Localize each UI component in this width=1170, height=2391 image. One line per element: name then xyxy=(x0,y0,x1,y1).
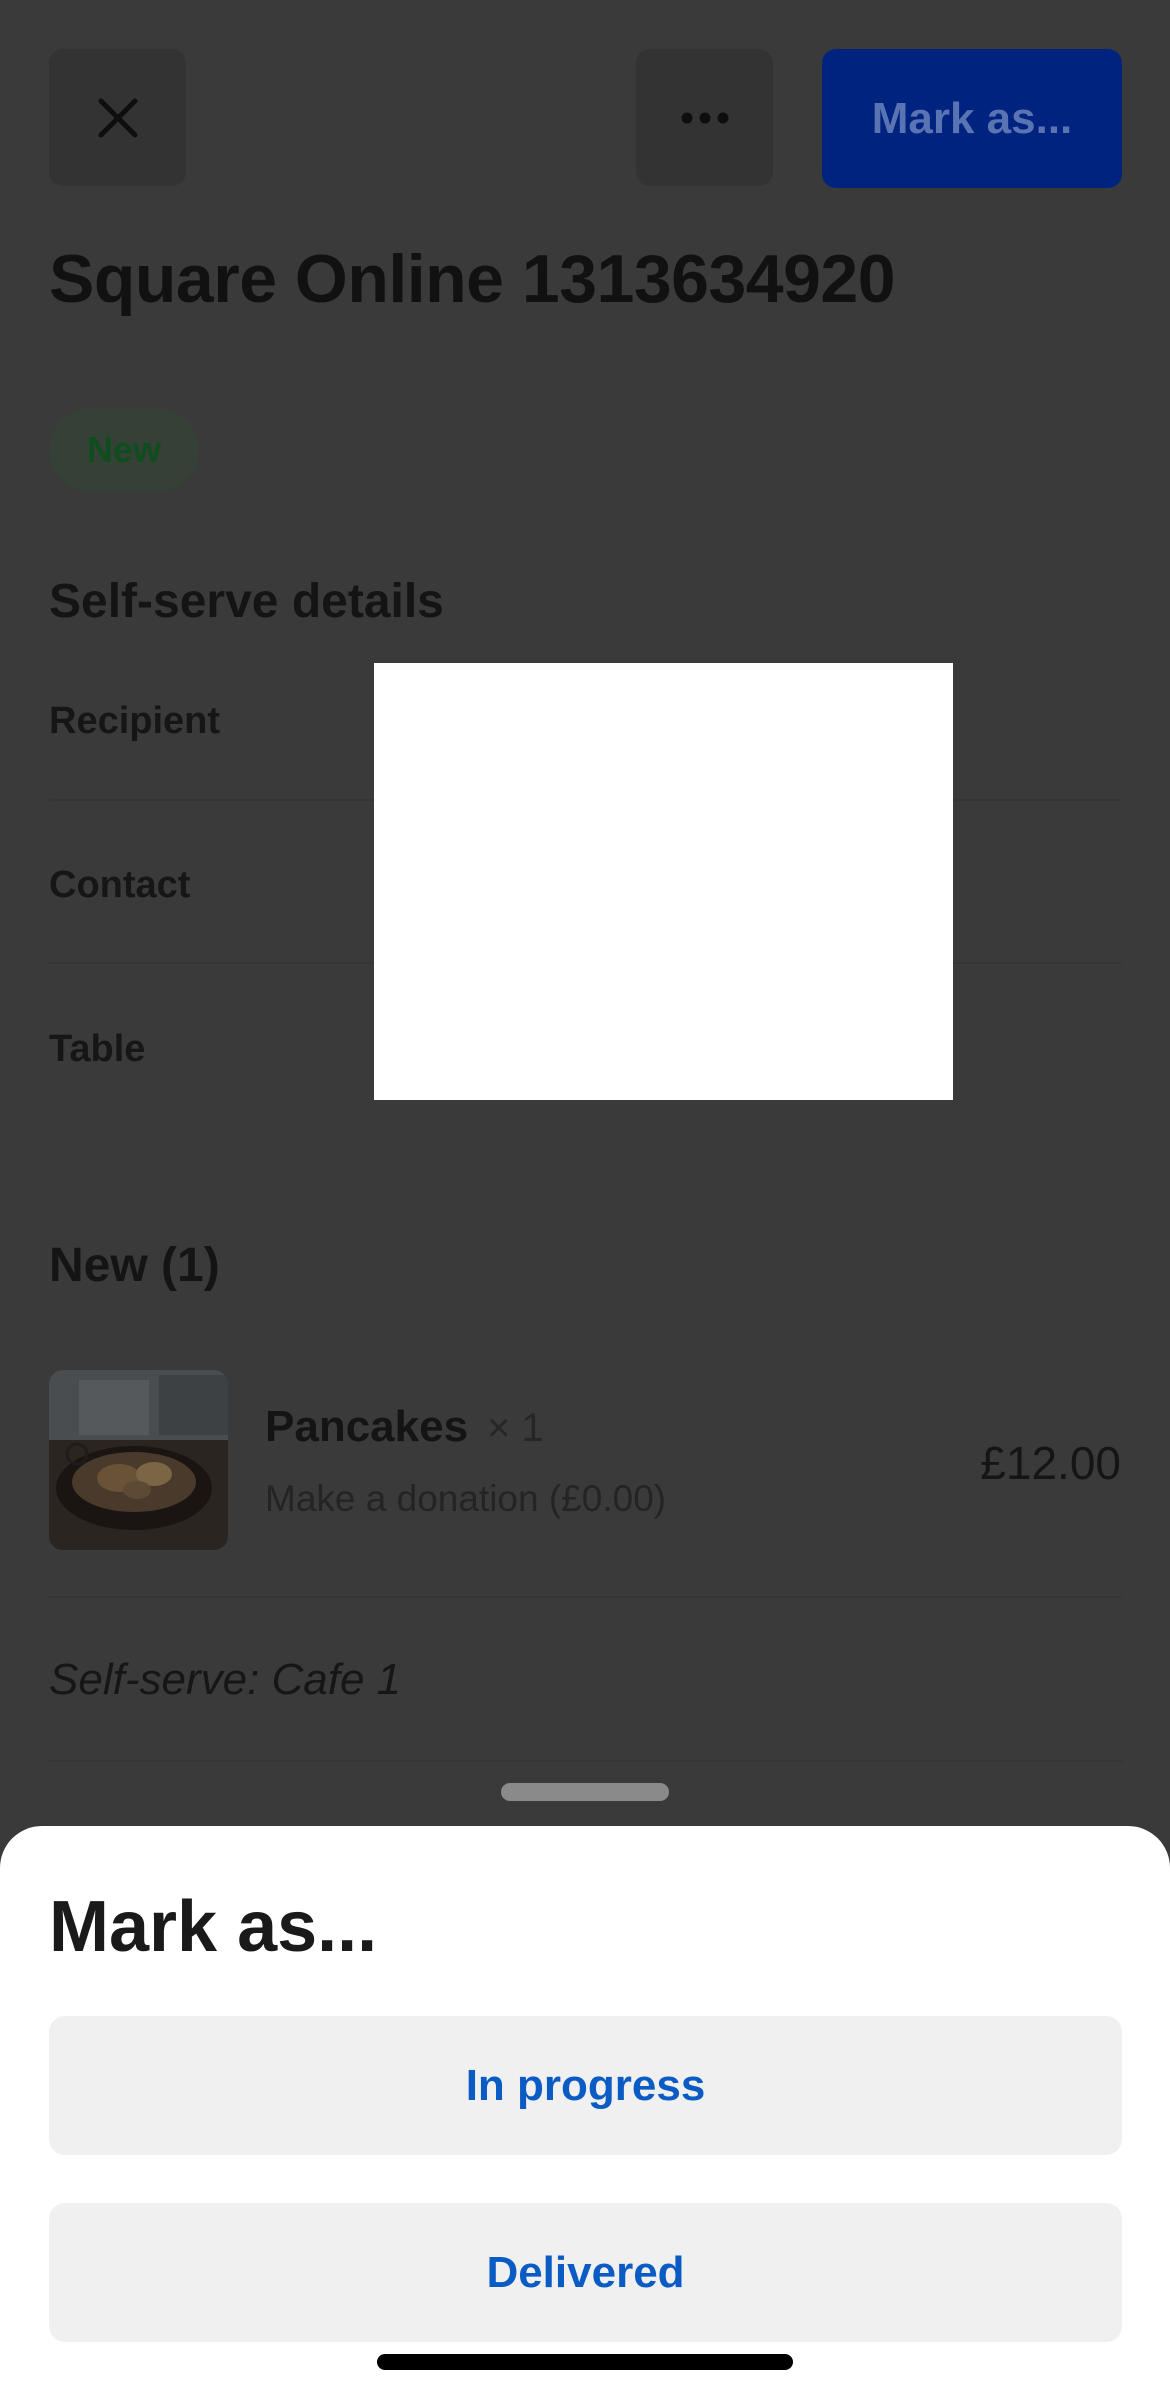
delivered-label: Delivered xyxy=(486,2247,685,2297)
contact-label: Contact xyxy=(49,864,191,906)
sheet-title: Mark as... xyxy=(49,1887,378,1967)
more-horizontal-icon xyxy=(681,112,728,123)
close-icon xyxy=(98,98,137,137)
pancakes-photo xyxy=(49,1370,228,1550)
status-badge: New xyxy=(49,408,199,492)
table-label: Table xyxy=(49,1028,146,1070)
mark-as-button[interactable]: Mark as... xyxy=(822,49,1122,188)
item-price: £12.00 xyxy=(980,1437,1121,1489)
item-name: Pancakes xyxy=(265,1402,469,1451)
page-title: Square Online 1313634920 xyxy=(49,241,896,317)
order-details-page: Mark as... Square Online 1313634920 New … xyxy=(0,0,1170,2391)
item-thumbnail-image xyxy=(49,1370,228,1550)
details-heading: Self-serve details xyxy=(49,575,444,628)
mark-as-button-label: Mark as... xyxy=(871,93,1073,143)
sheet-drag-handle[interactable] xyxy=(501,1783,669,1801)
item-quantity: × 1 xyxy=(487,1406,544,1450)
in-progress-label: In progress xyxy=(465,2060,706,2110)
delivered-button[interactable]: Delivered xyxy=(49,2203,1122,2342)
redacted-area xyxy=(374,663,953,1100)
in-progress-button[interactable]: In progress xyxy=(49,2016,1122,2155)
items-section-heading: New (1) xyxy=(49,1239,220,1292)
mark-as-sheet: Mark as... In progress Delivered xyxy=(0,1826,1170,2391)
divider xyxy=(49,1760,1122,1762)
recipient-label: Recipient xyxy=(49,700,221,742)
more-options-button[interactable] xyxy=(636,49,773,186)
home-indicator xyxy=(377,2354,793,2370)
item-modifier: Make a donation (£0.00) xyxy=(265,1478,667,1519)
status-badge-label: New xyxy=(86,429,162,470)
divider xyxy=(49,1596,1122,1598)
order-note: Self-serve: Cafe 1 xyxy=(49,1655,402,1704)
close-button[interactable] xyxy=(49,49,186,186)
